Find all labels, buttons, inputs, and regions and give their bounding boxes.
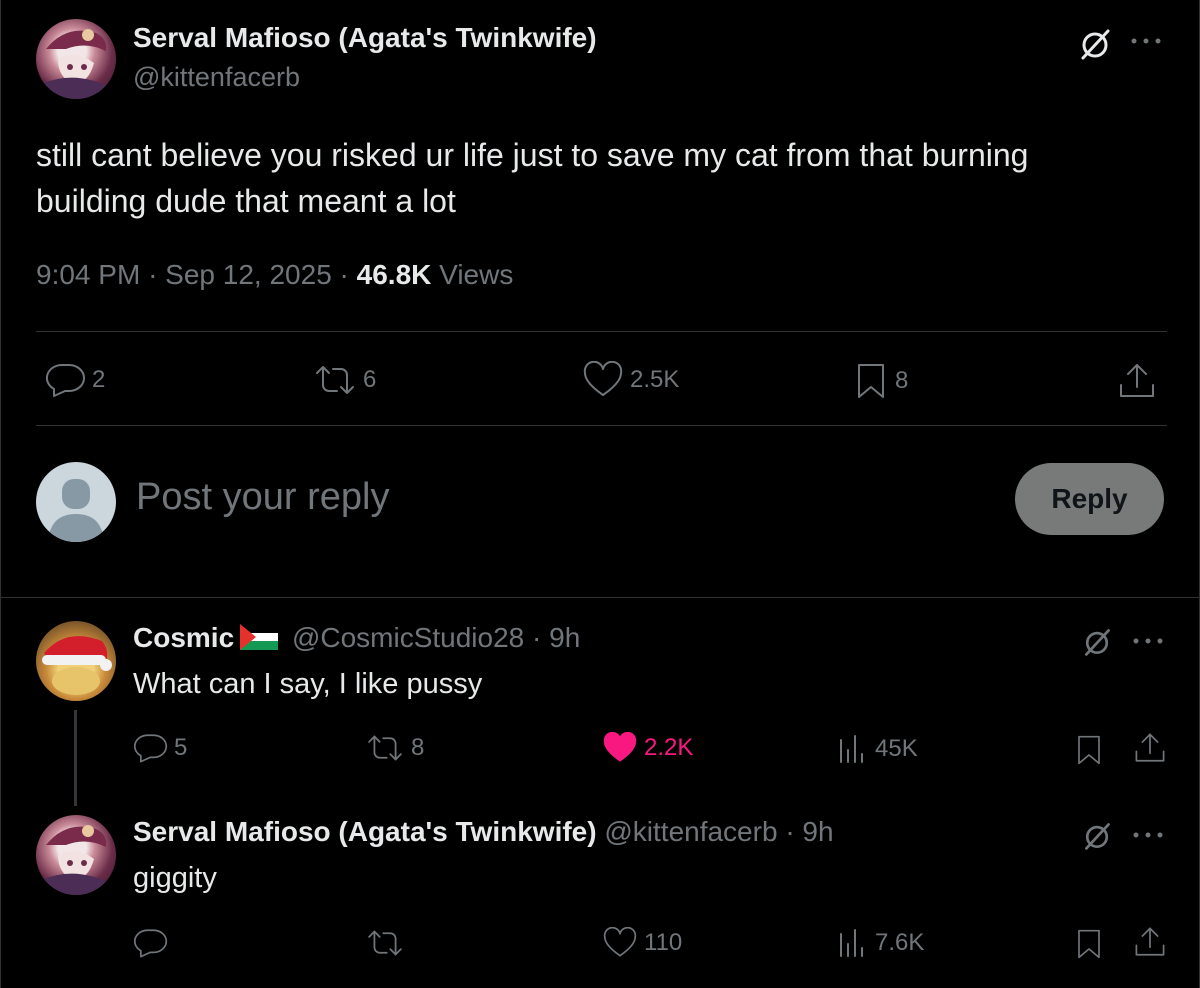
repost-action[interactable] [365, 928, 411, 958]
post-text: still cant believe you risked ur life ju… [36, 132, 1028, 224]
like-count: 2.2K [644, 734, 694, 761]
more-icon [1133, 832, 1163, 838]
views-label: Views [439, 259, 514, 290]
views-count: 7.6K [875, 929, 925, 956]
share-action[interactable] [1133, 730, 1167, 766]
post-metadata: 9:04 PM · Sep 12, 2025 · 46.8K Views [36, 259, 513, 291]
grok-button[interactable] [1081, 626, 1113, 658]
grok-icon [1081, 29, 1110, 60]
repost-icon [316, 366, 354, 394]
separator: · [148, 259, 158, 290]
share-icon [1120, 364, 1154, 397]
views-count: 45K [875, 735, 918, 762]
avatar-art [41, 29, 114, 99]
more-icon [1133, 638, 1163, 644]
like-count: 110 [644, 929, 683, 956]
section-divider [1, 597, 1200, 598]
reply-header: Serval Mafioso (Agata's Twinkwife) @kitt… [133, 816, 834, 848]
separator: · [339, 259, 349, 290]
more-button[interactable] [1131, 636, 1165, 646]
palestine-flag-icon [240, 624, 279, 650]
heart-icon [603, 927, 637, 957]
like-action[interactable]: 2.5K [582, 361, 679, 399]
reply-count: 2 [92, 366, 106, 393]
repost-action[interactable]: 6 [313, 363, 376, 397]
share-action[interactable] [1117, 361, 1157, 401]
heart-icon [583, 361, 623, 396]
grok-button[interactable] [1077, 26, 1113, 62]
reply-header: Cosmic @CosmicStudio28 · 9h [133, 622, 580, 654]
reply-input-placeholder: Post your reply [136, 476, 390, 518]
reply-display-name[interactable]: Serval Mafioso (Agata's Twinkwife) [133, 816, 597, 847]
reply-icon [134, 929, 168, 958]
reply-age[interactable]: 9h [802, 816, 833, 847]
reply-text: What can I say, I like pussy [133, 668, 483, 700]
avatar-art [41, 825, 114, 895]
views-icon [840, 735, 863, 763]
reply-author-avatar[interactable] [36, 815, 116, 895]
repost-icon [368, 930, 402, 956]
repost-count: 6 [363, 366, 377, 393]
views-action[interactable]: 7.6K [837, 926, 924, 960]
post-text-line-2: building dude that meant a lot [36, 183, 456, 219]
share-action[interactable] [1133, 924, 1167, 960]
reply-action[interactable] [134, 927, 174, 959]
like-action[interactable]: 110 [602, 927, 682, 959]
like-action[interactable]: 2.2K [602, 732, 693, 764]
reply-handle[interactable]: @CosmicStudio28 [292, 622, 524, 653]
more-button[interactable] [1131, 830, 1165, 840]
grok-icon [1085, 823, 1110, 850]
reply-age[interactable]: 9h [549, 622, 580, 653]
views-icon [840, 929, 863, 957]
reply-handle[interactable]: @kittenfacerb [604, 816, 777, 847]
santa-hat-avatar-art [42, 636, 112, 695]
author-display-name[interactable]: Serval Mafioso (Agata's Twinkwife) [133, 22, 597, 54]
share-icon [1135, 733, 1165, 762]
views-count: 46.8K [356, 259, 432, 290]
heart-filled-icon [603, 732, 637, 762]
bookmark-icon [1078, 929, 1100, 959]
more-icon [1131, 38, 1161, 44]
thread-line [74, 710, 77, 806]
divider [36, 331, 1167, 332]
bookmark-icon [858, 364, 884, 398]
separator: · [532, 622, 542, 653]
repost-count: 8 [411, 734, 425, 761]
grok-icon [1085, 629, 1110, 656]
reply-count: 5 [174, 734, 188, 761]
bookmark-action[interactable]: 8 [853, 361, 908, 401]
repost-icon [368, 735, 402, 761]
reply-button[interactable]: Reply [1015, 463, 1164, 535]
reply-icon [134, 734, 168, 763]
post-text-line-1: still cant believe you risked ur life ju… [36, 137, 1029, 173]
reply-display-name[interactable]: Cosmic [133, 622, 234, 653]
timeline-frame: Serval Mafioso (Agata's Twinkwife) @kitt… [0, 0, 1200, 988]
reply-input[interactable]: Post your reply [136, 476, 936, 526]
grok-button[interactable] [1081, 820, 1113, 852]
reply-icon [46, 363, 85, 397]
bookmark-icon [1078, 735, 1100, 765]
repost-action[interactable]: 8 [365, 733, 424, 763]
like-count: 2.5K [630, 366, 680, 393]
reply-action[interactable]: 5 [134, 732, 187, 764]
reply-action[interactable]: 2 [46, 362, 105, 398]
reply-author-avatar[interactable] [36, 621, 116, 701]
default-avatar-icon [48, 479, 104, 542]
author-handle[interactable]: @kittenfacerb [133, 62, 300, 93]
post-date[interactable]: Sep 12, 2025 [165, 259, 332, 290]
divider [36, 425, 1167, 426]
bookmark-action[interactable] [1074, 732, 1104, 768]
reply-text: giggity [133, 862, 217, 894]
more-button[interactable] [1129, 36, 1163, 46]
bookmark-action[interactable] [1074, 926, 1104, 962]
separator: · [785, 816, 795, 847]
post-time[interactable]: 9:04 PM [36, 259, 140, 290]
share-icon [1135, 927, 1165, 956]
my-avatar[interactable] [36, 462, 116, 542]
author-avatar[interactable] [36, 19, 116, 99]
bookmark-count: 8 [895, 367, 909, 394]
views-action[interactable]: 45K [837, 732, 918, 766]
